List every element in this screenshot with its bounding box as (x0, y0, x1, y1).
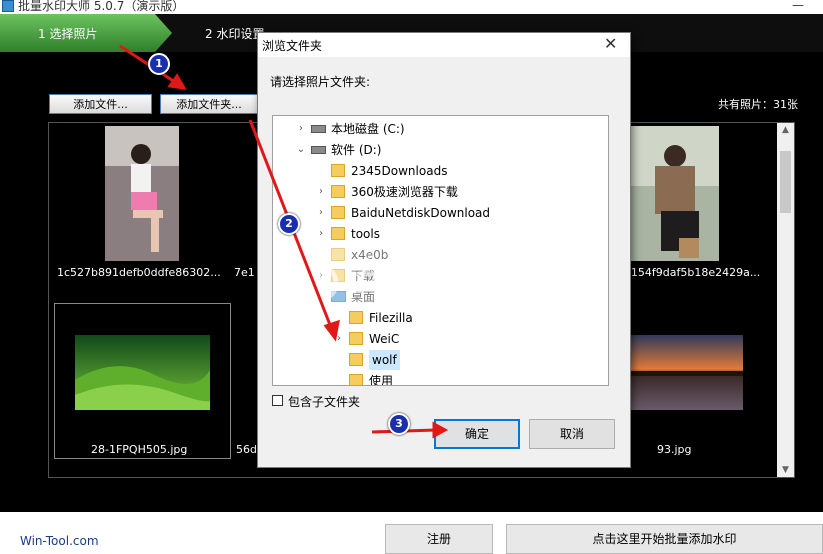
app-title: 批量水印大师 5.0.7（演示版） (18, 0, 185, 13)
folder-icon (331, 164, 345, 177)
browse-folder-dialog: 浏览文件夹 ✕ 请选择照片文件夹: › 本地磁盘 (C:) ⌄ 软件 (D:) 2345… (257, 32, 631, 468)
photo-filename: 7e1 (234, 266, 255, 279)
expand-chevron-icon[interactable]: › (315, 224, 327, 244)
tree-node-label: 本地磁盘 (C:) (331, 122, 405, 136)
expand-chevron-icon[interactable]: › (315, 266, 327, 286)
tree-node-label: 桌面 (351, 290, 376, 304)
website-link[interactable]: Win-Tool.com (20, 534, 99, 548)
checkbox-label: 包含子文件夹 (288, 395, 361, 409)
add-folder-button[interactable]: 添加文件夹... (160, 94, 258, 114)
photo-filename: 1c527b891defb0ddfe86302... (57, 266, 221, 279)
folder-icon (349, 332, 363, 345)
tree-node-label: 使用 (369, 374, 394, 386)
scroll-down-icon[interactable]: ▼ (608, 371, 609, 385)
expand-chevron-icon[interactable]: › (315, 203, 327, 223)
photo-count: 共有照片：31张 (718, 98, 798, 111)
tree-scrollbar[interactable]: ▲ ▼ (608, 116, 609, 385)
photo-image (631, 126, 719, 261)
expand-chevron-icon[interactable]: › (295, 119, 307, 139)
folder-icon (331, 185, 345, 198)
tree-node-label: 2345Downloads (351, 164, 448, 178)
tree-node-label: 360极速浏览器下载 (351, 185, 458, 199)
expand-chevron-icon[interactable]: › (315, 182, 327, 202)
photo-thumbnail[interactable] (105, 126, 179, 261)
app-titlebar: 批量水印大师 5.0.7（演示版） — (0, 0, 823, 14)
tree-node-label: BaiduNetdiskDownload (351, 206, 491, 220)
step-label: 1 选择照片 (38, 27, 98, 41)
folder-icon (331, 269, 345, 282)
photo-image (631, 335, 743, 410)
folder-icon (331, 248, 345, 261)
tree-node-label: Filezilla (369, 311, 413, 325)
include-subfolders-checkbox[interactable] (272, 395, 283, 406)
folder-icon (349, 311, 363, 324)
drive-icon (311, 125, 326, 133)
register-button[interactable]: 注册 (385, 524, 493, 554)
scroll-up-icon[interactable]: ▲ (608, 116, 609, 130)
footer: Win-Tool.com 注册 点击这里开始批量添加水印 (0, 512, 823, 554)
start-watermark-button[interactable]: 点击这里开始批量添加水印 (506, 524, 823, 554)
app-icon (2, 0, 14, 12)
photo-filename: 28-1FPQH505.jpg (91, 443, 188, 456)
add-file-button[interactable]: 添加文件... (49, 94, 152, 114)
folder-icon (331, 227, 345, 240)
expand-chevron-icon[interactable]: ⌄ (295, 140, 307, 160)
drive-icon (311, 146, 326, 154)
step-badge-2: 2 (278, 213, 300, 235)
scroll-down-icon[interactable]: ▼ (777, 463, 794, 477)
photo-image (105, 126, 179, 261)
photo-thumbnail[interactable] (631, 126, 719, 261)
tree-node-label: x4e0b (351, 248, 389, 262)
cancel-button[interactable]: 取消 (529, 419, 615, 449)
dialog-prompt: 请选择照片文件夹: (270, 75, 371, 89)
scroll-up-icon[interactable]: ▲ (777, 123, 794, 137)
photo-filename: 56d (236, 443, 257, 456)
ok-button[interactable]: 确定 (434, 419, 520, 449)
step-badge-3: 3 (388, 413, 410, 435)
tree-node-label: tools (351, 227, 380, 241)
step-badge-1: 1 (148, 53, 170, 75)
step-tab-select-photos[interactable]: 1 选择照片 (0, 14, 176, 52)
folder-icon (349, 353, 363, 366)
folder-icon (331, 206, 345, 219)
tree-node-label: 下载 (351, 269, 376, 283)
dialog-title: 浏览文件夹 (262, 39, 323, 53)
photo-thumbnail[interactable] (75, 335, 214, 410)
scrollbar-thumb[interactable] (780, 151, 791, 213)
expand-chevron-icon[interactable]: › (333, 329, 345, 349)
photo-thumbnail[interactable] (631, 335, 743, 410)
close-icon[interactable]: ✕ (604, 34, 617, 53)
grid-scrollbar[interactable]: ▲ ▼ (777, 123, 794, 477)
desktop-icon (331, 291, 346, 302)
dialog-titlebar: 浏览文件夹 ✕ (258, 33, 630, 57)
photo-filename: 93.jpg (657, 443, 692, 456)
tree-node-label: 软件 (D:) (331, 143, 382, 157)
step-tab-watermark-settings[interactable]: 2 水印设置 (205, 25, 264, 42)
folder-icon (349, 374, 363, 385)
tree-node-label: wolf (369, 350, 400, 370)
photo-filename: f154f9daf5b18e2429a... (627, 266, 761, 279)
folder-tree: › 本地磁盘 (C:) ⌄ 软件 (D:) 2345Downloads › 360极速浏览器… (272, 115, 609, 386)
photo-image (75, 335, 214, 410)
tree-node-label: WeiC (369, 332, 400, 346)
minimize-button[interactable]: — (792, 0, 804, 12)
